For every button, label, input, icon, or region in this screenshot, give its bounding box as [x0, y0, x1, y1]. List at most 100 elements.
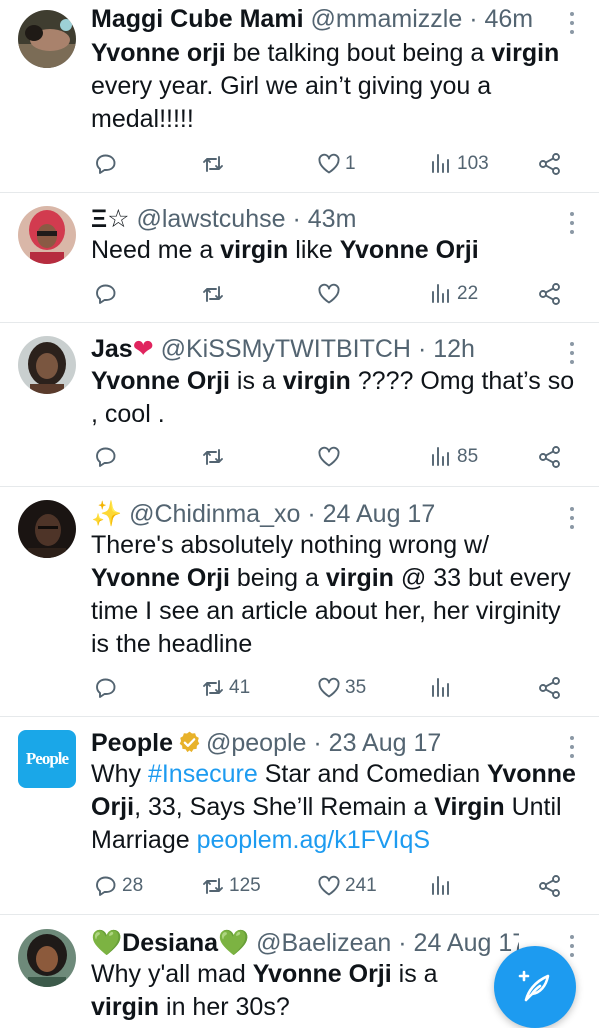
like-button[interactable]: [316, 442, 345, 472]
retweet-icon: [203, 878, 223, 894]
share-icon: [539, 677, 560, 699]
handle[interactable]: @Chidinma_xo: [129, 500, 300, 528]
views-button[interactable]: 85: [428, 442, 478, 472]
avatar[interactable]: [18, 929, 76, 987]
timestamp[interactable]: · 43m: [292, 205, 356, 233]
reply-icon: [96, 876, 116, 896]
url-link[interactable]: peoplem.ag/k1FVIqS: [197, 826, 430, 854]
like-button[interactable]: 1: [316, 149, 356, 179]
tweet-text: Why y'all mad Yvonne Orji is a virgin in…: [91, 960, 438, 1021]
people-logo: People: [25, 749, 69, 768]
retweet-icon: [203, 449, 223, 465]
tweet[interactable]: Maggi Cube Mami @mmamizzle · 46m Yvonne …: [0, 0, 599, 193]
views-button[interactable]: [428, 871, 457, 901]
views-icon: [432, 154, 449, 173]
views-icon: [432, 876, 449, 895]
views-icon: [432, 447, 449, 466]
timestamp[interactable]: · 24 Aug 17: [398, 929, 519, 957]
reply-button[interactable]: [93, 279, 122, 309]
tweet-header: Ξ☆ @lawstcuhse · 43m: [91, 202, 559, 236]
display-name[interactable]: Jas: [91, 335, 133, 363]
tweet[interactable]: Ξ☆ @lawstcuhse · 43m Need me a virgin li…: [0, 193, 599, 323]
tweet-text: Yvonne orji be talking bout being a virg…: [91, 39, 560, 133]
more-icon[interactable]: [569, 12, 575, 38]
action-bar: 41 35: [0, 673, 599, 703]
heart-icon: [318, 283, 340, 304]
tweet-header: Maggi Cube Mami @mmamizzle · 46m: [91, 2, 559, 36]
compose-button[interactable]: [494, 946, 576, 1028]
reply-button[interactable]: [93, 673, 122, 703]
share-button[interactable]: [537, 149, 563, 179]
share-icon: [539, 283, 560, 305]
timestamp[interactable]: · 46m: [469, 5, 533, 33]
display-name[interactable]: People: [91, 729, 173, 757]
retweet-button[interactable]: 125: [200, 871, 261, 901]
avatar[interactable]: [18, 336, 76, 394]
tweet[interactable]: ✨ @Chidinma_xo · 24 Aug 17 There's absol…: [0, 487, 599, 717]
share-button[interactable]: [537, 279, 563, 309]
display-name[interactable]: Maggi Cube Mami: [91, 5, 304, 33]
avatar[interactable]: [18, 500, 76, 558]
reply-icon: [96, 154, 116, 174]
views-button[interactable]: 22: [428, 279, 478, 309]
handle[interactable]: @lawstcuhse: [136, 205, 285, 233]
green-heart-emoji: 💚: [218, 928, 250, 957]
views-button[interactable]: [428, 673, 457, 703]
views-button[interactable]: 103: [428, 149, 489, 179]
timestamp[interactable]: · 24 Aug 17: [307, 500, 435, 528]
handle[interactable]: @people: [206, 729, 306, 757]
like-button[interactable]: 241: [316, 871, 377, 901]
tweet-header: ✨ @Chidinma_xo · 24 Aug 17: [91, 497, 559, 531]
reply-button[interactable]: [93, 149, 122, 179]
more-icon[interactable]: [569, 935, 575, 961]
views-icon: [432, 284, 449, 303]
share-icon: [539, 875, 560, 897]
heart-icon: [318, 153, 340, 174]
reply-button[interactable]: [93, 442, 122, 472]
retweet-button[interactable]: [200, 149, 229, 179]
reply-button[interactable]: 28: [93, 871, 143, 901]
reply-icon: [96, 284, 116, 304]
timestamp[interactable]: · 23 Aug 17: [313, 729, 441, 757]
handle[interactable]: @KiSSMyTWITBITCH: [161, 335, 411, 363]
action-bar: 85: [0, 442, 599, 472]
handle[interactable]: @mmamizzle: [310, 5, 462, 33]
tweet[interactable]: Jas❤ @KiSSMyTWITBITCH · 12h Yvonne Orji …: [0, 323, 599, 487]
tweet-header: Jas❤ @KiSSMyTWITBITCH · 12h: [91, 332, 559, 366]
display-name[interactable]: Desiana: [122, 929, 218, 957]
avatar[interactable]: People: [18, 730, 76, 788]
hashtag-link[interactable]: #Insecure: [148, 760, 258, 788]
avatar[interactable]: [18, 10, 76, 68]
like-button[interactable]: 35: [316, 673, 366, 703]
avatar[interactable]: [18, 206, 76, 264]
retweet-button[interactable]: [200, 279, 229, 309]
verified-badge-icon: [179, 731, 200, 753]
share-icon: [539, 446, 560, 468]
tweet-header: People @people · 23 Aug 17: [91, 726, 559, 760]
timestamp[interactable]: · 12h: [418, 335, 475, 363]
reply-icon: [96, 447, 116, 467]
share-button[interactable]: [537, 673, 563, 703]
action-bar: 22: [0, 279, 599, 309]
like-button[interactable]: [316, 279, 345, 309]
green-heart-emoji: 💚: [91, 928, 123, 957]
tweet-text: Need me a virgin like Yvonne Orji: [91, 236, 479, 264]
tweet-text: There's absolutely nothing wrong w/ Yvon…: [91, 531, 571, 658]
display-name[interactable]: Ξ☆: [91, 205, 130, 233]
share-button[interactable]: [537, 442, 563, 472]
sparkles-emoji[interactable]: ✨: [91, 499, 122, 528]
tweet[interactable]: People People @people · 23 Aug 17 Why #In…: [0, 717, 599, 915]
reply-icon: [96, 678, 116, 698]
share-icon: [539, 153, 560, 175]
retweet-button[interactable]: [200, 442, 229, 472]
tweet-text: Why #Insecure Star and Comedian Yvonne O…: [91, 760, 576, 854]
heart-icon: [318, 875, 340, 896]
heart-emoji: ❤: [132, 334, 154, 363]
retweet-icon: [203, 156, 223, 172]
handle[interactable]: @Baelizean: [256, 929, 391, 957]
retweet-button[interactable]: 41: [200, 673, 250, 703]
retweet-icon: [203, 286, 223, 302]
views-icon: [432, 678, 449, 697]
share-button[interactable]: [537, 871, 563, 901]
action-bar: 1 103: [0, 149, 599, 179]
